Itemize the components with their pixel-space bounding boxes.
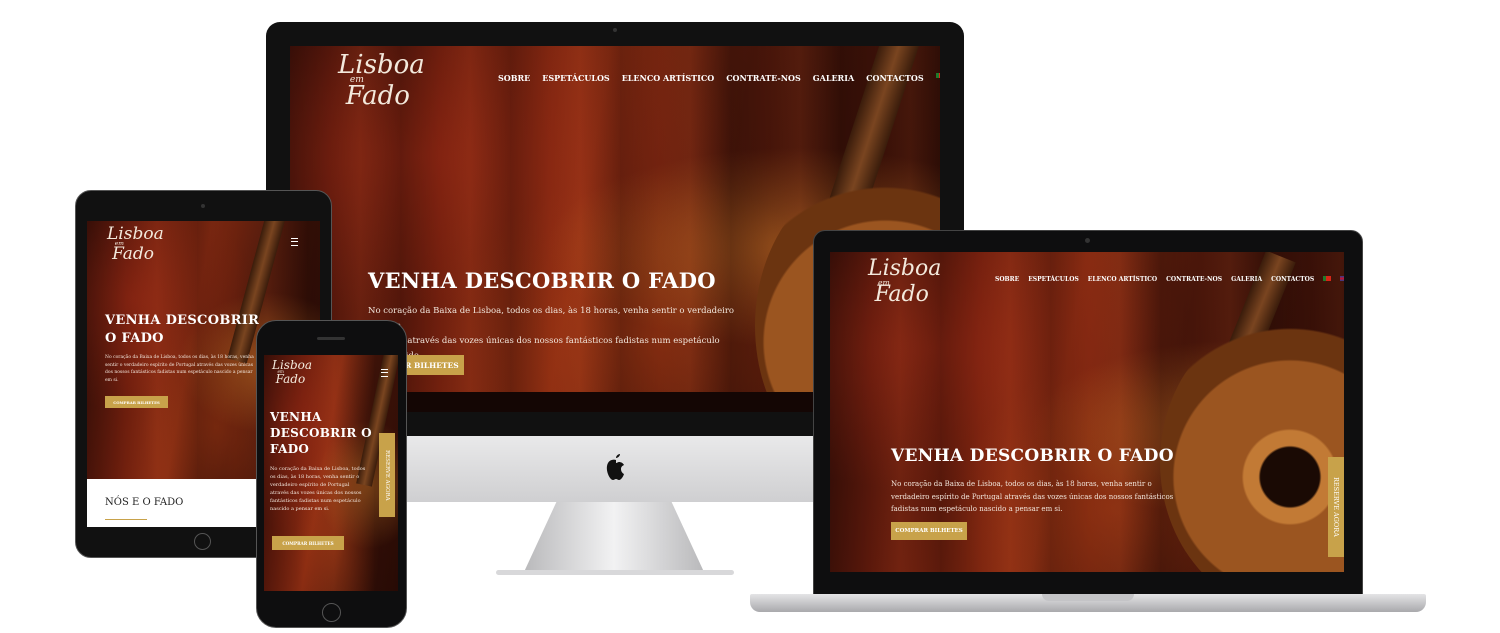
nav-item-galeria[interactable]: GALERIA: [1231, 276, 1262, 283]
hero-text-laptop: No coração da Baixa de Lisboa, todos os …: [891, 480, 1174, 513]
hero-text-tablet: No coração da Baixa de Lisboa, todos os …: [105, 355, 254, 383]
hamburger-icon[interactable]: [381, 369, 388, 377]
nav-item-galeria[interactable]: GALERIA: [813, 73, 854, 83]
imac-stand: [524, 502, 704, 572]
phone-speaker: [317, 337, 345, 340]
imac-camera: [613, 28, 617, 32]
buy-tickets-button-laptop[interactable]: COMPRAR BILHETES: [891, 522, 967, 540]
nav-item-contactos[interactable]: CONTACTOS: [866, 73, 923, 83]
laptop-notch: [1042, 594, 1134, 601]
imac-stand-base: [496, 570, 734, 575]
laptop-device: Lisboa em Fado SOBRE ESPETÁCULOS ELENCO AR…: [750, 230, 1426, 618]
hero-title-tablet: VENHA DESCOBRIR O FADO: [105, 313, 260, 346]
nav-item-sobre[interactable]: SOBRE: [995, 276, 1019, 283]
nav-item-contrate[interactable]: CONTRATE-NOS: [1166, 276, 1222, 283]
phone-screen: Lisboa em Fado VENHA DESCOBRIR O FADO No cor…: [264, 355, 398, 591]
hamburger-icon[interactable]: [291, 238, 298, 246]
laptop-screen: Lisboa em Fado SOBRE ESPETÁCULOS ELENCO AR…: [830, 252, 1344, 572]
hero-text-phone: No coração da Baixa de Lisboa, todos os …: [270, 466, 366, 512]
reserve-now-button-laptop[interactable]: RESERVE AGORA: [1328, 457, 1344, 557]
hero-title-laptop: VENHA DESCOBRIR O FADO: [891, 446, 1174, 466]
section-heading: NÓS E O FADO: [105, 497, 184, 508]
laptop-camera: [1085, 238, 1090, 243]
phone-home-button[interactable]: [322, 603, 341, 622]
flag-en-icon[interactable]: [1340, 276, 1344, 281]
nav-item-contactos[interactable]: CONTACTOS: [1271, 276, 1314, 283]
tablet-home-button[interactable]: [194, 533, 211, 550]
nav-item-sobre[interactable]: SOBRE: [498, 73, 530, 83]
hero-title-phone: VENHA DESCOBRIR O FADO: [270, 410, 372, 456]
reserve-now-button-phone[interactable]: RESERVE AGORA: [379, 433, 395, 517]
flag-pt-icon[interactable]: [935, 73, 940, 78]
hero-title: VENHA DESCOBRIR O FADO: [368, 268, 716, 293]
buy-tickets-button-tablet[interactable]: COMPRAR BILHETES: [105, 396, 168, 408]
site-logo[interactable]: Lisboa em Fado: [338, 52, 425, 109]
site-logo-tablet[interactable]: Lisboa em Fado: [107, 225, 164, 263]
main-nav: SOBRE ESPETÁCULOS ELENCO ARTÍSTICO CONTR…: [498, 73, 940, 83]
main-nav-laptop: SOBRE ESPETÁCULOS ELENCO ARTÍSTICO CONTR…: [995, 276, 1344, 283]
site-logo-laptop[interactable]: Lisboa em Fado: [868, 258, 941, 306]
tablet-camera: [201, 204, 205, 208]
site-logo-phone[interactable]: Lisboa em Fado: [272, 359, 312, 386]
nav-item-espetaculos[interactable]: ESPETÁCULOS: [542, 73, 609, 83]
phone-device: Lisboa em Fado VENHA DESCOBRIR O FADO No cor…: [256, 320, 407, 628]
nav-item-contrate[interactable]: CONTRATE-NOS: [726, 73, 801, 83]
buy-tickets-button-phone[interactable]: COMPRAR BILHETES: [272, 536, 344, 550]
flag-pt-icon[interactable]: [1323, 276, 1332, 281]
apple-logo-icon: [604, 452, 628, 482]
nav-item-elenco[interactable]: ELENCO ARTÍSTICO: [1088, 276, 1157, 283]
nav-item-elenco[interactable]: ELENCO ARTÍSTICO: [622, 73, 714, 83]
nav-item-espetaculos[interactable]: ESPETÁCULOS: [1028, 276, 1079, 283]
